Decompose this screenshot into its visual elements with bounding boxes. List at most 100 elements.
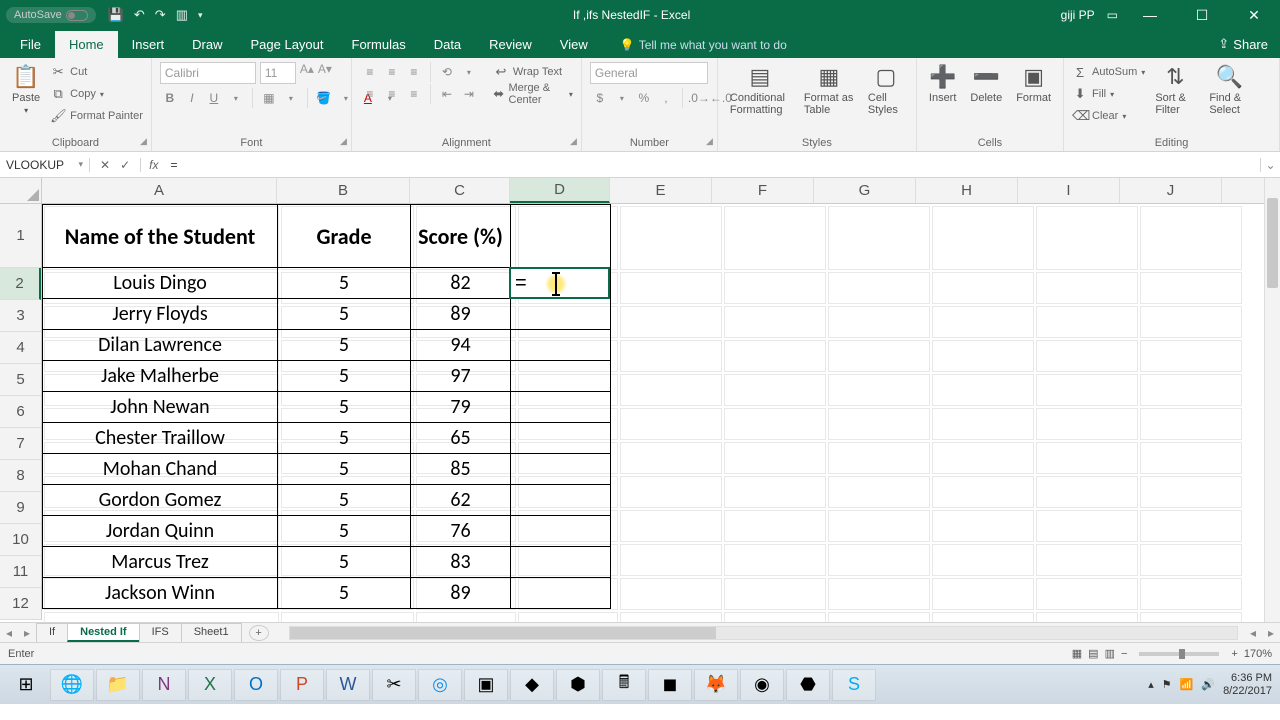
format-as-table-button[interactable]: ▦Format as Table (800, 62, 858, 118)
scroll-left-icon[interactable]: ◂ (1244, 626, 1262, 640)
decrease-indent-icon[interactable]: ⇤ (437, 84, 457, 104)
data-cell[interactable]: Jordan Quinn (43, 516, 278, 547)
row-header-12[interactable]: 12 (0, 588, 41, 620)
cell-styles-button[interactable]: ▢Cell Styles (864, 62, 908, 118)
column-headers[interactable]: ABCDEFGHIJ (42, 178, 1264, 204)
taskbar-powerpoint-icon[interactable]: P (280, 669, 324, 701)
zoom-in-icon[interactable]: + (1231, 648, 1237, 660)
tab-data[interactable]: Data (420, 31, 475, 58)
tell-me-search[interactable]: 💡 Tell me what you want to do (620, 38, 787, 58)
vertical-scrollbar[interactable] (1264, 178, 1280, 622)
delete-cells-button[interactable]: ➖Delete (966, 62, 1006, 106)
scrollbar-thumb[interactable] (290, 627, 716, 639)
column-header-B[interactable]: B (277, 178, 410, 203)
data-table[interactable]: Name of the StudentGradeScore (%)Louis D… (42, 204, 611, 609)
tray-network-icon[interactable]: 📶 (1180, 678, 1194, 691)
header-cell[interactable]: Grade (278, 205, 411, 268)
paste-button[interactable]: 📋 Paste ▾ (8, 62, 44, 117)
data-cell[interactable]: 5 (278, 516, 411, 547)
data-cell[interactable]: John Newan (43, 392, 278, 423)
row-headers[interactable]: 123456789101112 (0, 204, 42, 620)
autosum-button[interactable]: ΣAutoSum▾ (1072, 62, 1145, 82)
data-cell[interactable] (511, 299, 611, 330)
data-cell[interactable]: 83 (411, 547, 511, 578)
data-cell[interactable] (511, 485, 611, 516)
fill-button[interactable]: ⬇Fill▾ (1072, 84, 1145, 104)
chevron-down-icon[interactable]: ▾ (226, 88, 246, 108)
data-cell[interactable]: 76 (411, 516, 511, 547)
row-header-9[interactable]: 9 (0, 492, 41, 524)
find-select-button[interactable]: 🔍Find & Select (1205, 62, 1253, 118)
font-name-combo[interactable]: Calibri (160, 62, 256, 84)
name-box[interactable]: VLOOKUP▾ (0, 158, 90, 172)
data-cell[interactable]: 5 (278, 578, 411, 609)
redo-icon[interactable]: ↷ (155, 7, 166, 23)
tab-file[interactable]: File (6, 31, 55, 58)
border-button[interactable]: ▦ (259, 88, 279, 108)
data-cell[interactable]: Jerry Floyds (43, 299, 278, 330)
dialog-launcher-icon[interactable]: ◢ (340, 136, 347, 147)
zoom-level[interactable]: 170% (1244, 648, 1272, 660)
zoom-slider[interactable] (1139, 652, 1219, 656)
data-cell[interactable]: 65 (411, 423, 511, 454)
data-cell[interactable]: 94 (411, 330, 511, 361)
zoom-out-icon[interactable]: − (1121, 648, 1127, 660)
data-cell[interactable]: 5 (278, 485, 411, 516)
data-cell[interactable]: 79 (411, 392, 511, 423)
column-header-E[interactable]: E (610, 178, 712, 203)
data-cell[interactable]: 5 (278, 454, 411, 485)
horizontal-scrollbar[interactable] (289, 626, 1238, 640)
data-cell[interactable] (511, 361, 611, 392)
data-cell[interactable] (511, 516, 611, 547)
align-left-icon[interactable]: ≡ (360, 84, 380, 104)
tab-page-layout[interactable]: Page Layout (237, 31, 338, 58)
data-cell[interactable]: Dilan Lawrence (43, 330, 278, 361)
taskbar-skype-icon[interactable]: S (832, 669, 876, 701)
align-center-icon[interactable]: ≡ (382, 84, 402, 104)
sort-filter-button[interactable]: ⇅Sort & Filter (1151, 62, 1199, 118)
format-painter-button[interactable]: 🖌Format Painter (50, 106, 143, 126)
data-cell[interactable] (511, 423, 611, 454)
chevron-down-icon[interactable]: ▾ (281, 88, 301, 108)
touch-mode-icon[interactable]: ▥ (176, 7, 188, 23)
tab-home[interactable]: Home (55, 31, 118, 58)
taskbar-app-icon[interactable]: ◆ (510, 669, 554, 701)
tray-flag-icon[interactable]: ⚑ (1162, 678, 1172, 691)
bold-button[interactable]: B (160, 88, 180, 108)
chevron-down-icon[interactable]: ▾ (612, 88, 632, 108)
row-header-3[interactable]: 3 (0, 300, 41, 332)
tab-review[interactable]: Review (475, 31, 546, 58)
taskbar-explorer-icon[interactable]: 📁 (96, 669, 140, 701)
align-top-icon[interactable]: ≡ (360, 62, 380, 82)
data-cell[interactable]: Marcus Trez (43, 547, 278, 578)
column-header-F[interactable]: F (712, 178, 814, 203)
insert-cells-button[interactable]: ➕Insert (925, 62, 961, 106)
fill-color-button[interactable]: 🪣 (314, 88, 334, 108)
system-tray[interactable]: ▴ ⚑ 📶 🔊 6:36 PM 8/22/2017 (1148, 672, 1276, 696)
conditional-formatting-button[interactable]: ▤Conditional Formatting (726, 62, 794, 118)
italic-button[interactable]: I (182, 88, 202, 108)
taskbar-ie-icon[interactable]: 🌐 (50, 669, 94, 701)
active-cell-editor[interactable]: = (509, 267, 610, 299)
taskbar-firefox-icon[interactable]: 🦊 (694, 669, 738, 701)
taskbar-app-icon[interactable]: ▣ (464, 669, 508, 701)
data-cell[interactable]: 85 (411, 454, 511, 485)
sheet-nav-next-icon[interactable]: ▸ (18, 626, 36, 640)
taskbar-onenote-icon[interactable]: N (142, 669, 186, 701)
data-cell[interactable]: Gordon Gomez (43, 485, 278, 516)
orientation-icon[interactable]: ⟲ (437, 62, 457, 82)
tray-volume-icon[interactable]: 🔊 (1201, 678, 1215, 691)
data-cell[interactable]: 89 (411, 578, 511, 609)
data-cell[interactable] (511, 330, 611, 361)
row-header-1[interactable]: 1 (0, 204, 41, 268)
comma-format-icon[interactable]: , (656, 88, 676, 108)
clear-button[interactable]: ⌫Clear▾ (1072, 106, 1145, 126)
header-cell[interactable]: Score (%) (411, 205, 511, 268)
data-cell[interactable]: 5 (278, 392, 411, 423)
wrap-text-button[interactable]: ↩Wrap Text (493, 62, 573, 82)
align-middle-icon[interactable]: ≡ (382, 62, 402, 82)
tab-formulas[interactable]: Formulas (338, 31, 420, 58)
increase-font-icon[interactable]: A▴ (300, 62, 314, 84)
accounting-format-icon[interactable]: $ (590, 88, 610, 108)
taskbar-excel-icon[interactable]: X (188, 669, 232, 701)
